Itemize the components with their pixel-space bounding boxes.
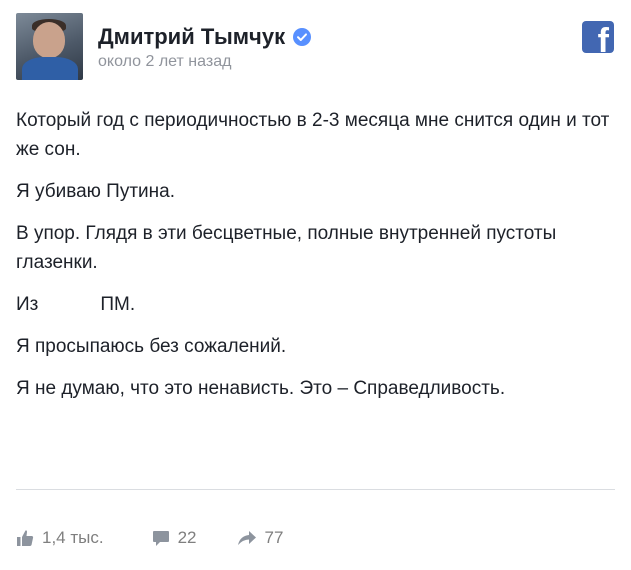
weapon-line-start: Из: [16, 294, 39, 315]
comment-button[interactable]: 22: [152, 528, 197, 548]
weapon-line-end: ПМ.: [100, 294, 136, 315]
thumbs-up-icon: [17, 530, 34, 546]
post-paragraph: Я убиваю Путина.: [16, 181, 175, 202]
post-paragraph: В упор. Глядя в эти бесцветные, полные в…: [16, 223, 557, 273]
avatar-face: [33, 22, 65, 58]
post-body: Который год с периодичностью в 2-3 месяц…: [16, 106, 621, 416]
post-paragraph: Я не думаю, что это ненависть. Это – Спр…: [16, 378, 506, 399]
avatar-shirt: [22, 57, 78, 80]
author-name[interactable]: Дмитрий Тымчук: [98, 24, 285, 50]
like-button[interactable]: 1,4 тыс.: [16, 528, 104, 548]
facebook-post: Дмитрий Тымчук около 2 лет назад f Котор…: [0, 0, 631, 570]
divider: [16, 489, 615, 490]
reaction-bar: 1,4 тыс. 22 77: [16, 524, 311, 552]
post-timestamp[interactable]: около 2 лет назад: [98, 53, 231, 71]
verified-badge-icon: [293, 28, 312, 46]
share-arrow-icon: [237, 531, 256, 545]
post-paragraph: Который год с периодичностью в 2-3 месяц…: [16, 110, 610, 160]
author-avatar[interactable]: [16, 13, 83, 80]
share-button[interactable]: 77: [237, 528, 284, 548]
post-paragraph: Я просыпаюсь без сожалений.: [16, 336, 287, 357]
facebook-icon: f: [582, 21, 614, 53]
author-name-row: Дмитрий Тымчук: [98, 24, 312, 50]
like-count: 1,4 тыс.: [42, 528, 104, 547]
post-paragraph-weapon: Из ПМ.: [16, 290, 621, 319]
share-count: 77: [264, 528, 284, 547]
comment-count: 22: [177, 528, 197, 547]
comment-icon: [152, 531, 169, 546]
